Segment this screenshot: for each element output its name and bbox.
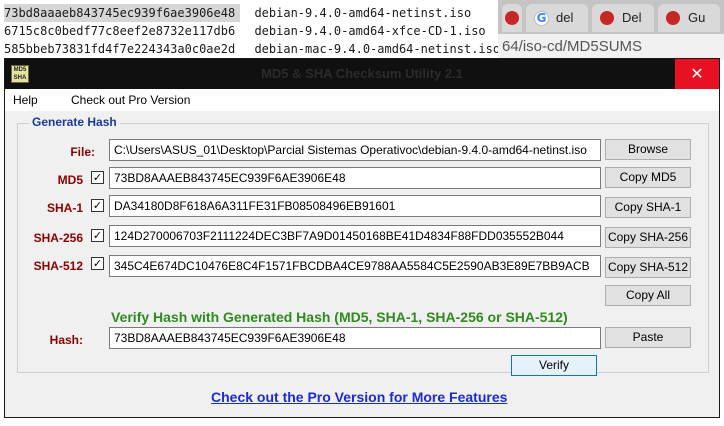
terminal-line: 73bd8aaaeb843745ec939f6ae3906e48 debian-… [4,4,500,22]
md5-checkbox[interactable]: ✓ [91,171,104,184]
checksum-utility-window: MD5 SHA MD5 & SHA Checksum Utility 2.1 ✕… [4,58,720,418]
terminal-line: 6715c8c0bedf77c8eef2e8732e117db6 debian-… [4,22,500,40]
copy-sha512-button[interactable]: Copy SHA-512 [605,257,691,278]
md5-hash-field[interactable]: 73BD8AAAEB843745EC939F6AE3906E48 [109,167,601,189]
sha1-hash-field[interactable]: DA34180D8F618A6A311FE31FB08508496EB91601 [109,195,601,217]
md5-label: MD5 [57,173,83,187]
sha256-hash-field[interactable]: 124D270006703F2111224DEC3BF7A9D01450168B… [109,225,601,247]
title-bar[interactable]: MD5 SHA MD5 & SHA Checksum Utility 2.1 ✕ [5,59,719,89]
copy-sha256-button[interactable]: Copy SHA-256 [605,227,691,248]
terminal-file: debian-mac-9.4.0-amd64-netinst.iso [254,42,501,56]
terminal-file: debian-9.4.0-amd64-xfce-CD-1.iso [254,24,486,38]
window-title: MD5 & SHA Checksum Utility 2.1 [261,66,463,81]
terminal-file: debian-9.4.0-amd64-netinst.iso [254,6,472,20]
verify-heading: Verify Hash with Generated Hash (MD5, SH… [111,309,568,325]
sha256-checkbox[interactable]: ✓ [91,229,104,242]
terminal-hash: 585bbeb73831fd4f7e224343a0c0ae2d [4,42,236,56]
browser-url-bar[interactable]: 64/iso-cd/MD5SUMS [498,34,724,60]
terminal-line: 585bbeb73831fd4f7e224343a0c0ae2d debian-… [4,40,500,58]
sha512-hash-field[interactable]: 345C4E674DC10476E8C4F1571FBCDBA4CE9788AA… [109,255,601,277]
terminal-hash: 73bd8aaaeb843745ec939f6ae3906e48 [4,4,240,22]
menu-pro-version[interactable]: Check out Pro Version [71,89,190,111]
sha1-checkbox[interactable]: ✓ [91,199,104,212]
tab-title: Gu [688,10,706,25]
browser-tab[interactable] [502,4,522,32]
tab-title: del [556,10,574,25]
file-path-field[interactable]: C:\Users\ASUS_01\Desktop\Parcial Sistema… [109,139,601,161]
google-icon: G [534,11,549,26]
browser-tab[interactable]: Del [592,4,654,32]
pro-version-link[interactable]: Check out the Pro Version for More Featu… [211,389,507,405]
close-button[interactable]: ✕ [675,59,719,89]
sha1-label: SHA-1 [46,201,83,215]
terminal-hash: 6715c8c0bedf77c8eef2e8732e117db6 [4,24,236,38]
browser-tab-strip: G del Del Gu [498,0,724,34]
menu-help[interactable]: Help [13,89,38,111]
browse-button[interactable]: Browse [605,139,691,160]
browser-tab[interactable]: Gu [658,4,720,32]
verify-hash-input[interactable]: 73BD8AAAEB843745EC939F6AE3906E48 [109,327,601,349]
sha512-checkbox[interactable]: ✓ [91,257,104,270]
tab-favicon-icon [666,11,680,25]
paste-button[interactable]: Paste [605,327,691,348]
sha512-label: SHA-512 [33,259,83,273]
background-terminal: 73bd8aaaeb843745ec939f6ae3906e48 debian-… [4,4,500,58]
menu-bar: Help Check out Pro Version [5,89,719,111]
hash-label: Hash: [49,333,83,347]
generate-hash-label: Generate Hash [29,115,120,129]
file-label: File: [70,145,95,159]
tab-title: Del [622,10,642,25]
copy-all-button[interactable]: Copy All [605,285,691,306]
tab-favicon-icon [505,11,519,25]
copy-md5-button[interactable]: Copy MD5 [605,167,691,188]
verify-button[interactable]: Verify [511,355,597,376]
sha256-label: SHA-256 [33,231,83,245]
browser-tab[interactable]: G del [526,4,588,32]
copy-sha1-button[interactable]: Copy SHA-1 [605,197,691,218]
tab-favicon-icon [600,11,614,25]
